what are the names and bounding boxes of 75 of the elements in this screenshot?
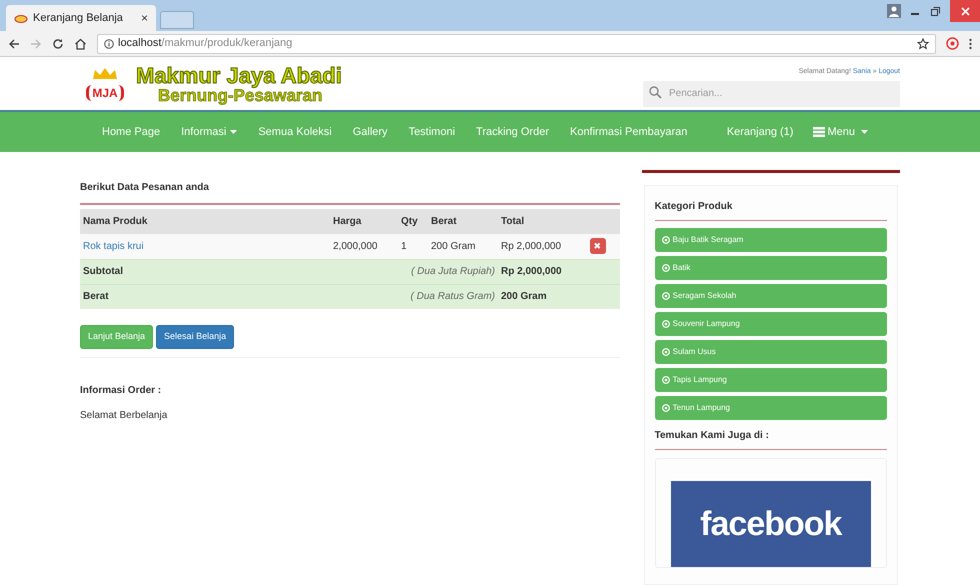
summary-value: 200 Gram (498, 284, 590, 309)
section-heading: Berikut Data Pesanan anda (80, 181, 210, 195)
url-text: localhost/makmur/produk/keranjang (118, 36, 292, 52)
info-text: Selamat Berbelanja (80, 409, 168, 423)
logo[interactable]: MJA (80, 67, 130, 102)
column-header: Berat (428, 209, 498, 234)
extension-icon[interactable] (946, 37, 959, 50)
browser-tab[interactable]: Keranjang Belanja × (6, 5, 156, 32)
logo-badge: MJA (86, 85, 124, 102)
caret-icon (861, 130, 868, 134)
address-field[interactable]: localhost/makmur/produk/keranjang (97, 34, 936, 54)
action-button[interactable]: Lanjut Belanja (80, 325, 154, 349)
circle-icon (662, 236, 670, 244)
more-icon[interactable] (969, 38, 972, 50)
summary-label: Subtotal (80, 259, 330, 284)
star-icon[interactable] (917, 38, 929, 50)
column-header: Total (498, 209, 590, 234)
table-cell: 200 Gram (428, 234, 498, 259)
search-field[interactable]: Pencarian... (643, 80, 900, 107)
caret-icon (230, 130, 238, 134)
site-subtitle: Bernung-Pesawaran (158, 86, 324, 104)
circle-icon (662, 348, 670, 356)
info-icon (104, 38, 114, 49)
category-item[interactable]: Baju Batik Seragam (654, 228, 887, 252)
circle-icon (662, 292, 670, 300)
circle-icon (662, 376, 670, 384)
facebook-banner[interactable]: facebook (670, 481, 871, 567)
sidebar-heading: Temukan Kami Juga di : (654, 429, 770, 443)
summary-value: Rp 2,000,000 (498, 259, 590, 284)
reload-icon[interactable] (52, 38, 64, 50)
sidebar-heading: Kategori Produk (654, 200, 734, 214)
close-button[interactable] (950, 0, 980, 22)
nav-link[interactable]: Konfirmasi Pembayaran (570, 124, 688, 140)
crown-icon (92, 67, 118, 80)
summary-label: Berat (80, 284, 330, 309)
tab-close-button[interactable]: × (140, 9, 148, 28)
circle-icon (662, 320, 670, 328)
circle-icon (662, 404, 670, 412)
nav-link[interactable]: Home Page (102, 124, 160, 140)
home-icon[interactable] (74, 38, 87, 50)
restore-icon[interactable] (931, 6, 940, 16)
category-item[interactable]: Souvenir Lampung (654, 312, 887, 336)
circle-icon (662, 264, 670, 272)
column-header: Harga (330, 209, 398, 234)
search-icon (649, 86, 662, 100)
amount-in-words: ( Dua Juta Rupiah) (330, 259, 498, 284)
nav-link[interactable]: Semua Koleksi (258, 124, 332, 140)
nav-link[interactable]: Menu (813, 124, 868, 140)
close-icon (960, 6, 970, 16)
nav-link[interactable]: Tracking Order (476, 124, 549, 140)
amount-in-words: ( Dua Ratus Gram) (330, 284, 498, 309)
delete-button[interactable]: ✖ (590, 238, 606, 254)
category-item[interactable]: Tenun Lampung (654, 396, 887, 420)
column-header: Nama Produk (80, 209, 330, 234)
category-item[interactable]: Tapis Lampung (654, 368, 887, 392)
user-icon[interactable] (887, 4, 901, 18)
category-item[interactable]: Batik (654, 256, 887, 280)
column-header: Qty (398, 209, 428, 234)
table-cell: 1 (398, 234, 428, 259)
nav-link[interactable]: Gallery (352, 124, 388, 140)
category-item[interactable]: Seragam Sekolah (654, 284, 887, 308)
tab-title: Keranjang Belanja (33, 11, 124, 26)
nav-link[interactable]: Testimoni (408, 124, 456, 140)
product-link[interactable]: Rok tapis krui (83, 240, 144, 252)
table-cell: Rp 2,000,000 (498, 234, 590, 259)
category-item[interactable]: Sulam Usus (654, 340, 887, 364)
back-icon[interactable] (8, 38, 20, 50)
table-cell: 2,000,000 (330, 234, 398, 259)
action-button[interactable]: Selesai Belanja (156, 325, 234, 349)
info-heading: Informasi Order : (80, 384, 162, 398)
favicon-icon (14, 13, 28, 24)
nav-link[interactable]: Informasi (181, 124, 238, 140)
list-icon (813, 126, 826, 137)
nav-link[interactable]: Keranjang (1) (726, 124, 794, 140)
site-title: Makmur Jaya Abadi (136, 64, 342, 87)
